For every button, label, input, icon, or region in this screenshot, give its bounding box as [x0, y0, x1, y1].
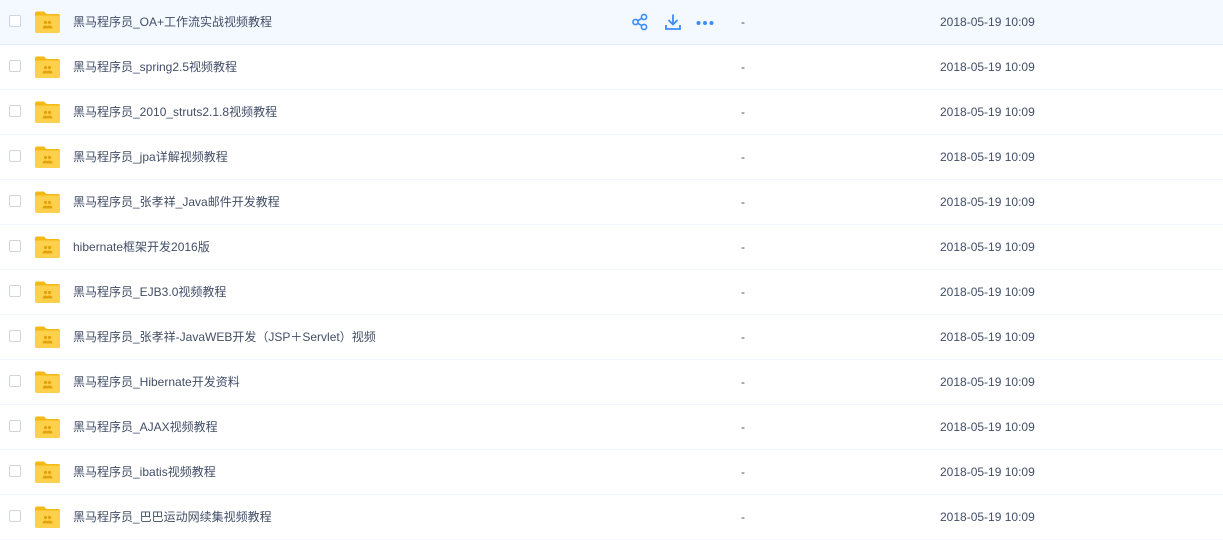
folder-icon[interactable]	[34, 10, 61, 34]
file-row[interactable]: 黑马程序员_张孝祥-JavaWEB开发（JSP＋Servlet）视频 - 2018-…	[0, 315, 1223, 360]
modified-date: 2018-05-19 10:09	[940, 150, 1035, 164]
folder-icon[interactable]	[34, 100, 61, 124]
row-checkbox[interactable]	[9, 510, 21, 522]
row-checkbox[interactable]	[9, 195, 21, 207]
file-size: -	[741, 510, 745, 524]
row-checkbox[interactable]	[9, 15, 21, 27]
download-icon[interactable]	[664, 13, 682, 31]
modified-date: 2018-05-19 10:09	[940, 375, 1035, 389]
folder-icon[interactable]	[34, 145, 61, 169]
file-row[interactable]: 黑马程序员_巴巴运动网续集视频教程 - 2018-05-19 10:09	[0, 495, 1223, 540]
folder-icon[interactable]	[34, 55, 61, 79]
file-name[interactable]: 黑马程序员_EJB3.0视频教程	[73, 270, 226, 314]
file-name[interactable]: 黑马程序员_Hibernate开发资料	[73, 360, 240, 404]
file-size: -	[741, 195, 745, 209]
row-checkbox[interactable]	[9, 465, 21, 477]
row-checkbox[interactable]	[9, 105, 21, 117]
file-row[interactable]: 黑马程序员_AJAX视频教程 - 2018-05-19 10:09	[0, 405, 1223, 450]
file-size: -	[741, 60, 745, 74]
folder-icon[interactable]	[34, 415, 61, 439]
row-checkbox[interactable]	[9, 375, 21, 387]
modified-date: 2018-05-19 10:09	[940, 420, 1035, 434]
more-icon[interactable]	[695, 13, 715, 31]
file-size: -	[741, 240, 745, 254]
file-name[interactable]: 黑马程序员_jpa详解视频教程	[73, 135, 228, 179]
modified-date: 2018-05-19 10:09	[940, 240, 1035, 254]
folder-icon[interactable]	[34, 505, 61, 529]
file-name[interactable]: 黑马程序员_ibatis视频教程	[73, 450, 216, 494]
file-list: 黑马程序员_OA+工作流实战视频教程 -2018-05-19 10:09 黑马程序员…	[0, 0, 1223, 540]
file-name[interactable]: 黑马程序员_张孝祥_Java邮件开发教程	[73, 180, 280, 224]
file-row[interactable]: 黑马程序员_ibatis视频教程 - 2018-05-19 10:09	[0, 450, 1223, 495]
folder-icon[interactable]	[34, 325, 61, 349]
file-row[interactable]: 黑马程序员_张孝祥_Java邮件开发教程 - 2018-05-19 10:09	[0, 180, 1223, 225]
modified-date: 2018-05-19 10:09	[940, 60, 1035, 74]
folder-icon[interactable]	[34, 460, 61, 484]
file-name[interactable]: hibernate框架开发2016版	[73, 225, 210, 269]
modified-date: 2018-05-19 10:09	[940, 15, 1035, 29]
modified-date: 2018-05-19 10:09	[940, 465, 1035, 479]
file-size: -	[741, 465, 745, 479]
row-actions	[631, 13, 721, 31]
modified-date: 2018-05-19 10:09	[940, 510, 1035, 524]
file-size: -	[741, 15, 745, 29]
file-name[interactable]: 黑马程序员_spring2.5视频教程	[73, 45, 237, 89]
row-checkbox[interactable]	[9, 60, 21, 72]
file-name[interactable]: 黑马程序员_张孝祥-JavaWEB开发（JSP＋Servlet）视频	[73, 315, 376, 359]
file-row[interactable]: 黑马程序员_jpa详解视频教程 - 2018-05-19 10:09	[0, 135, 1223, 180]
modified-date: 2018-05-19 10:09	[940, 105, 1035, 119]
file-size: -	[741, 420, 745, 434]
file-size: -	[741, 285, 745, 299]
file-row[interactable]: 黑马程序员_2010_struts2.1.8视频教程 - 2018-05-19 10…	[0, 90, 1223, 135]
file-size: -	[741, 375, 745, 389]
file-row[interactable]: hibernate框架开发2016版 - 2018-05-19 10:09	[0, 225, 1223, 270]
modified-date: 2018-05-19 10:09	[940, 285, 1035, 299]
row-checkbox[interactable]	[9, 285, 21, 297]
folder-icon[interactable]	[34, 190, 61, 214]
file-size: -	[741, 330, 745, 344]
folder-icon[interactable]	[34, 280, 61, 304]
folder-icon[interactable]	[34, 235, 61, 259]
share-icon[interactable]	[631, 13, 649, 31]
modified-date: 2018-05-19 10:09	[940, 195, 1035, 209]
folder-icon[interactable]	[34, 370, 61, 394]
file-row[interactable]: 黑马程序员_OA+工作流实战视频教程 - 2018-05-19 10:09	[0, 0, 1223, 45]
row-checkbox[interactable]	[9, 150, 21, 162]
file-row[interactable]: 黑马程序员_EJB3.0视频教程 - 2018-05-19 10:09	[0, 270, 1223, 315]
file-name[interactable]: 黑马程序员_OA+工作流实战视频教程	[73, 0, 272, 44]
file-row[interactable]: 黑马程序员_Hibernate开发资料 - 2018-05-19 10:09	[0, 360, 1223, 405]
row-checkbox[interactable]	[9, 420, 21, 432]
file-name[interactable]: 黑马程序员_2010_struts2.1.8视频教程	[73, 90, 277, 134]
file-name[interactable]: 黑马程序员_巴巴运动网续集视频教程	[73, 495, 272, 539]
file-name[interactable]: 黑马程序员_AJAX视频教程	[73, 405, 218, 449]
row-checkbox[interactable]	[9, 330, 21, 342]
row-checkbox[interactable]	[9, 240, 21, 252]
file-row[interactable]: 黑马程序员_spring2.5视频教程 - 2018-05-19 10:09	[0, 45, 1223, 90]
modified-date: 2018-05-19 10:09	[940, 330, 1035, 344]
file-size: -	[741, 105, 745, 119]
file-size: -	[741, 150, 745, 164]
